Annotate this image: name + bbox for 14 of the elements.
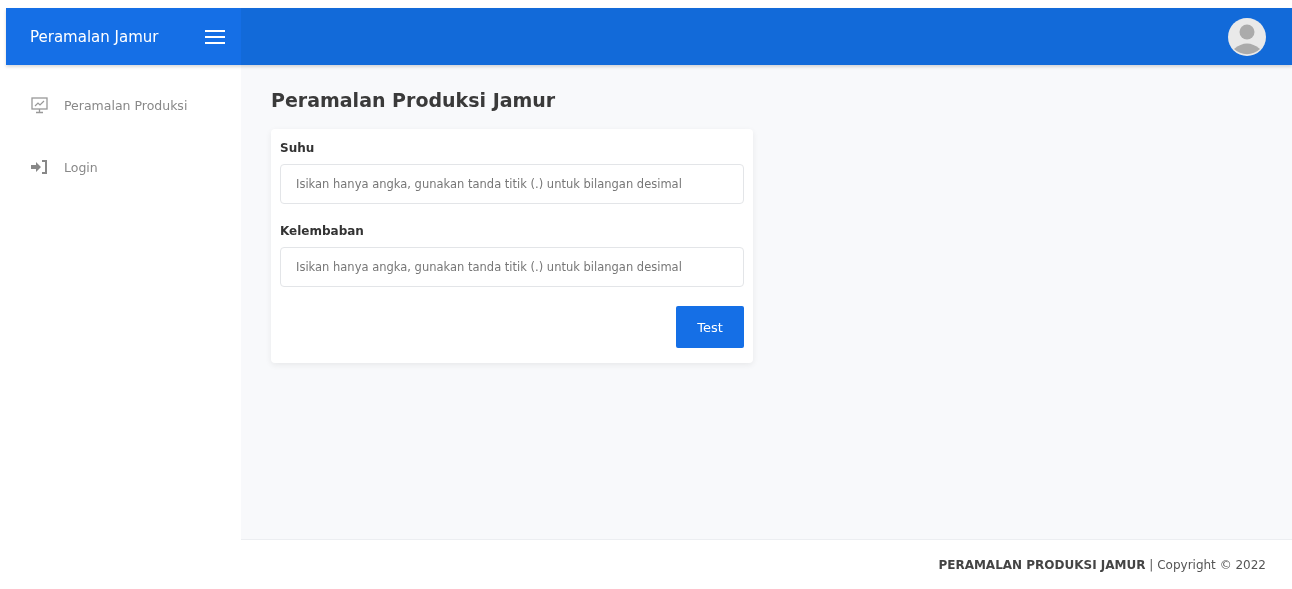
sidebar-item[interactable]: Login [6,157,241,177]
sign-in-icon [31,160,48,174]
footer-text: PERAMALAN PRODUKSI JAMUR | Copyright © 2022 [938,557,1266,572]
avatar-icon[interactable] [1228,17,1266,56]
input-field[interactable]: Isikan hanya angka, gunakan tanda titik (.) untuk bilangan desimal [280,164,744,204]
input-field[interactable]: Isikan hanya angka, gunakan tanda titik (.) untuk bilangan desimal [280,247,744,287]
sidebar-item[interactable]: Peramalan Produksi [6,95,241,115]
page-title: Peramalan Produksi Jamur [271,89,557,111]
field-label: Kelembaban [280,224,365,238]
menu-icon[interactable] [205,28,225,45]
monitor-chart-icon [31,96,48,114]
app-title: Peramalan Jamur [30,27,159,46]
test-button[interactable]: Test [676,306,744,348]
field-label: Suhu [280,141,316,155]
